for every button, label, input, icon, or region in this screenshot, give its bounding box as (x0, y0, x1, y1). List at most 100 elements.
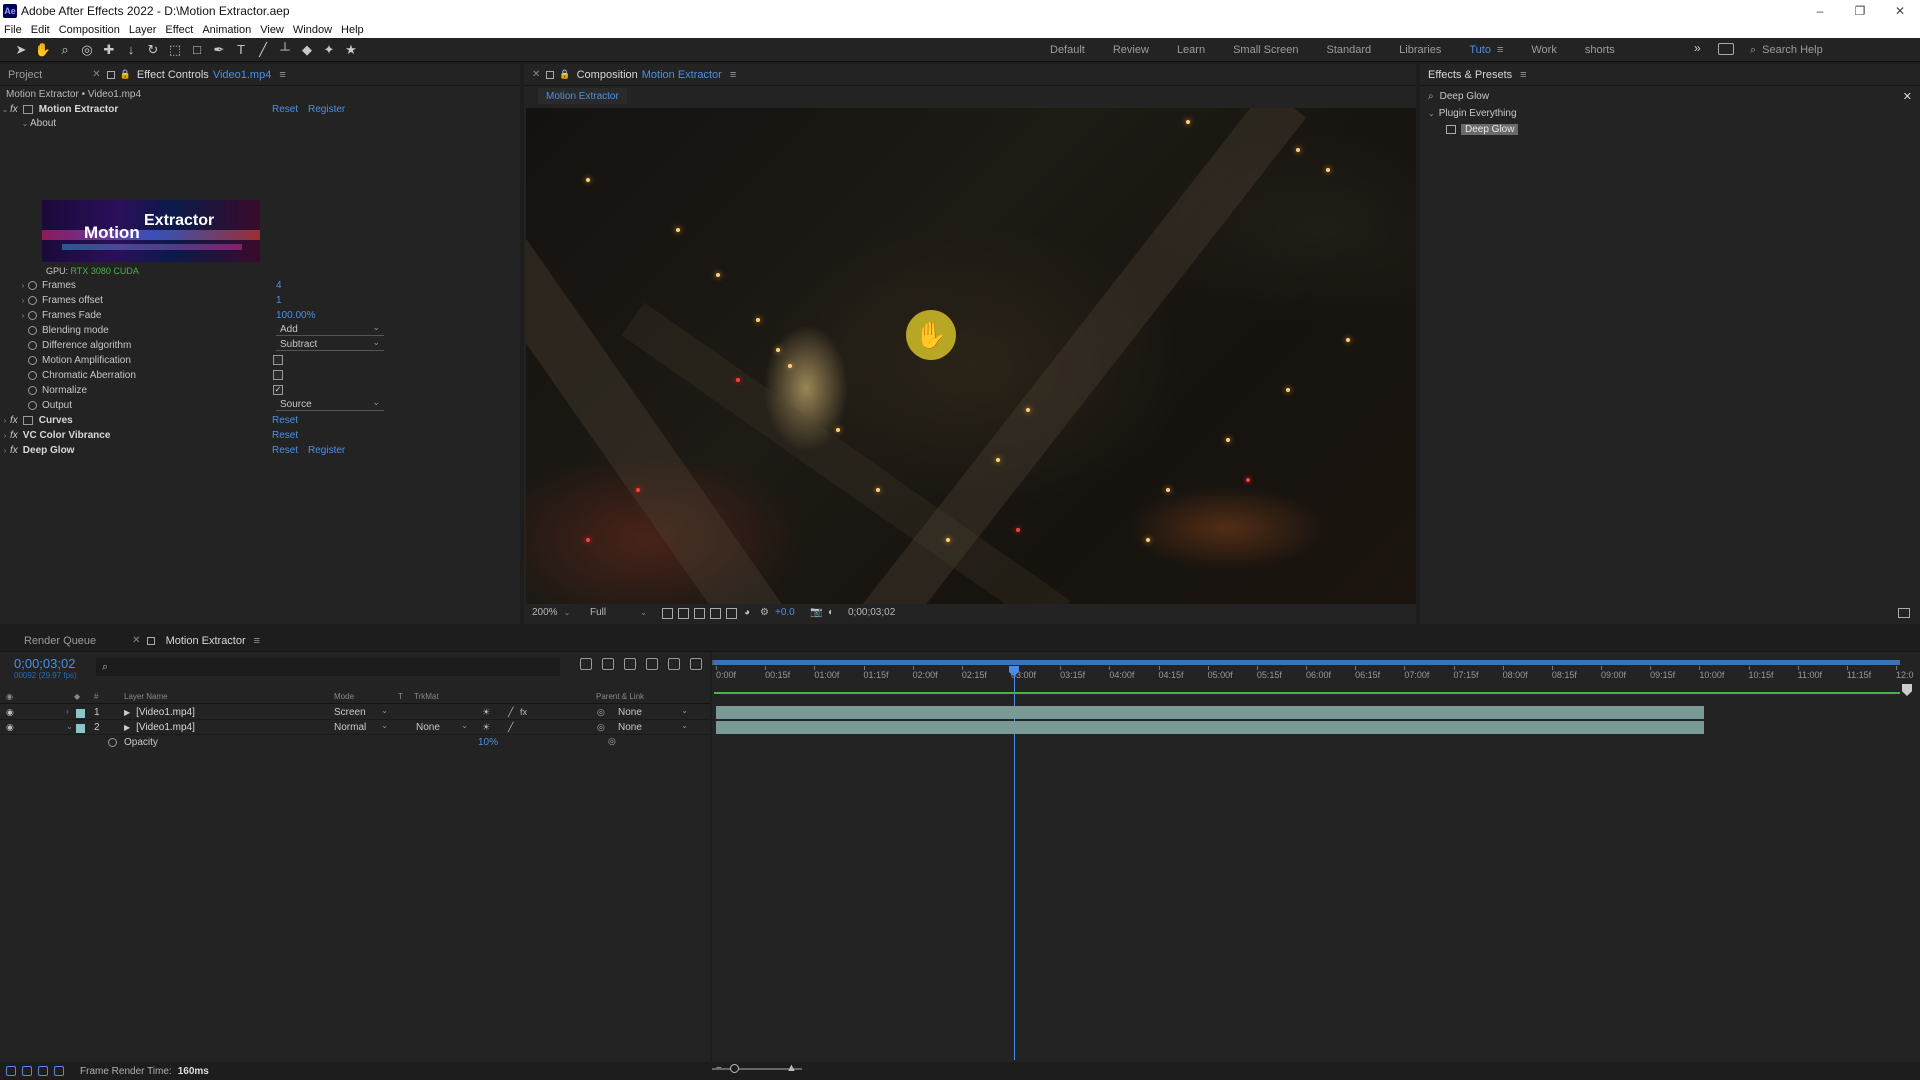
current-time-display[interactable]: 0;00;03;02 (14, 656, 75, 671)
frames-fade-value[interactable]: 100.00% (276, 310, 315, 321)
twirl-closed-icon[interactable]: › (66, 707, 69, 716)
twirl-closed-icon[interactable]: › (18, 311, 28, 320)
effect-curves[interactable]: › fx Curves Reset (0, 413, 510, 427)
difference-algorithm-dropdown[interactable]: Subtract ⌄ (276, 337, 384, 351)
menu-edit[interactable]: Edit (31, 24, 50, 36)
transparency-grid-icon[interactable] (678, 608, 689, 619)
twirl-closed-icon[interactable]: › (18, 281, 28, 290)
twirl-open-icon[interactable]: ⌄ (20, 119, 30, 128)
lock-icon[interactable]: 🔒 (120, 69, 131, 80)
pick-whip-icon[interactable]: ◎ (597, 722, 605, 733)
tab-effect-controls[interactable]: ✕ 🔒 Effect Controls Video1.mp4 ≡ (84, 64, 294, 86)
eye-visibility-icon[interactable]: ◉ (6, 707, 14, 718)
hand-tool-icon[interactable]: ✋ (32, 40, 54, 60)
stopwatch-icon[interactable] (28, 325, 37, 335)
frame-blending-icon[interactable] (646, 658, 658, 670)
clear-search-icon[interactable]: ✕ (1903, 90, 1912, 103)
layer-mode-dropdown[interactable]: Normal ⌄ (334, 721, 388, 734)
fx-toggle-icon[interactable]: fx (10, 415, 18, 426)
region-of-interest-icon[interactable] (710, 608, 721, 619)
pan-behind-tool-icon[interactable]: ⬚ (164, 40, 186, 60)
layer-row[interactable]: ◉ ⌄ 2 [Video1.mp4] Normal⌄ None⌄ ☀ ╱ ◎ N… (0, 721, 710, 735)
minimize-button[interactable]: – (1800, 0, 1840, 22)
time-ruler[interactable]: 0:00f 00:15f 01:00f 01:15f 02:00f 02:15f 03:00… (712, 660, 1920, 682)
layer-name[interactable]: [Video1.mp4] (124, 707, 195, 718)
menu-layer[interactable]: Layer (129, 24, 157, 36)
effects-search-input[interactable]: ⌕ Deep Glow ✕ (1428, 88, 1916, 104)
stopwatch-icon[interactable] (28, 400, 37, 410)
layer-label-color[interactable] (76, 709, 85, 718)
output-dropdown[interactable]: Source ⌄ (276, 397, 384, 411)
quality-switch-icon[interactable]: ╱ (508, 707, 513, 718)
show-snapshot-icon[interactable]: ◐ (828, 607, 834, 618)
twirl-closed-icon[interactable]: › (0, 446, 10, 455)
layer-mode-dropdown[interactable]: Screen ⌄ (334, 706, 388, 719)
tab-motion-extractor-timeline[interactable]: ✕ Motion Extractor ≡ (124, 630, 268, 652)
effect-motion-extractor[interactable]: ⌄ fx Motion Extractor Reset Register (0, 102, 510, 116)
stopwatch-icon[interactable] (28, 355, 37, 365)
exposure-value[interactable]: +0.0 (775, 607, 795, 618)
menu-window[interactable]: Window (293, 24, 332, 36)
menu-view[interactable]: View (260, 24, 284, 36)
restore-button[interactable]: ❐ (1840, 0, 1880, 22)
blending-mode-dropdown[interactable]: Add ⌄ (276, 322, 384, 336)
orbit-camera-tool-icon[interactable]: ◎ (76, 40, 98, 60)
effect-deep-glow[interactable]: › fx Deep Glow Reset Register (0, 443, 510, 457)
stopwatch-icon[interactable] (28, 340, 37, 350)
workspace-menu-icon[interactable]: ≡ (1497, 44, 1503, 56)
layer-2-bar[interactable] (716, 721, 1704, 734)
work-area-bar[interactable] (712, 660, 1900, 665)
tab-project[interactable]: Project (0, 64, 50, 86)
workspace-default[interactable]: Default (1050, 44, 1085, 56)
trkmat-dropdown[interactable]: None ⌄ (416, 721, 468, 734)
color-channels-icon[interactable]: ◕ (744, 607, 750, 618)
workspace-small-screen[interactable]: Small Screen (1233, 44, 1298, 56)
mask-visibility-icon[interactable] (694, 608, 705, 619)
search-help-field[interactable]: ⌕ Search Help (1750, 41, 1914, 59)
menu-effect[interactable]: Effect (165, 24, 193, 36)
timeline-tracks[interactable]: 0:00f 00:15f 01:00f 01:15f 02:00f 02:15f 03:00… (712, 652, 1920, 1062)
in-out-icon[interactable] (38, 1066, 48, 1076)
about-group[interactable]: ⌄ About (0, 116, 510, 130)
selection-tool-icon[interactable]: ➤ (10, 40, 32, 60)
stopwatch-icon[interactable] (28, 280, 37, 290)
render-time-icon[interactable] (54, 1066, 64, 1076)
reset-link[interactable]: Reset (272, 104, 298, 115)
effects-list-item[interactable]: Deep Glow (1446, 122, 1920, 136)
comp-end-marker-icon[interactable] (1902, 684, 1912, 696)
workspace-libraries[interactable]: Libraries (1399, 44, 1441, 56)
zoom-in-icon[interactable]: ▲ (786, 1062, 797, 1074)
chromatic-aberration-checkbox[interactable] (273, 370, 283, 380)
frames-offset-value[interactable]: 1 (276, 295, 282, 306)
menu-animation[interactable]: Animation (202, 24, 251, 36)
comp-mini-flowchart-icon[interactable] (580, 658, 592, 670)
comp-breadcrumb[interactable]: Motion Extractor (538, 88, 627, 104)
workspace-review[interactable]: Review (1113, 44, 1149, 56)
col-layer-name[interactable]: Layer Name (124, 692, 168, 701)
twirl-closed-icon[interactable]: › (0, 416, 10, 425)
param-frames-offset[interactable]: › Frames offset 1 (0, 293, 510, 307)
magnification-dropdown[interactable]: 200% ⌄ (532, 607, 570, 618)
rotation-tool-icon[interactable]: ↻ (142, 40, 164, 60)
panel-lock-icon[interactable] (546, 70, 555, 79)
menu-file[interactable]: File (4, 24, 22, 36)
more-workspaces-icon[interactable]: » (1694, 41, 1701, 55)
pick-whip-icon[interactable]: ◎ (608, 736, 616, 747)
close-tab-icon[interactable]: ✕ (132, 635, 140, 646)
workspace-tuto[interactable]: Tuto (1469, 44, 1491, 56)
tab-composition[interactable]: ✕ 🔒 Composition Motion Extractor ≡ (524, 64, 744, 86)
layer-label-color[interactable] (76, 724, 85, 733)
motion-amplification-checkbox[interactable] (273, 355, 283, 365)
shy-layers-icon[interactable] (624, 658, 636, 670)
fx-toggle-icon[interactable]: fx (10, 445, 18, 456)
snapshot-icon[interactable]: 📷 (810, 607, 822, 618)
register-link[interactable]: Register (308, 445, 345, 456)
effect-switch-icon[interactable]: fx (520, 707, 527, 717)
close-window-button[interactable]: ✕ (1880, 0, 1920, 22)
panel-lock-icon[interactable] (106, 70, 115, 79)
stopwatch-icon[interactable] (28, 295, 37, 305)
layer-row[interactable]: ◉ › 1 [Video1.mp4] Screen⌄ ☀ ╱ fx ◎ None… (0, 706, 710, 720)
parent-dropdown[interactable]: None ⌄ (618, 721, 688, 734)
menu-help[interactable]: Help (341, 24, 364, 36)
shy-switch-icon[interactable]: ☀ (482, 707, 490, 718)
